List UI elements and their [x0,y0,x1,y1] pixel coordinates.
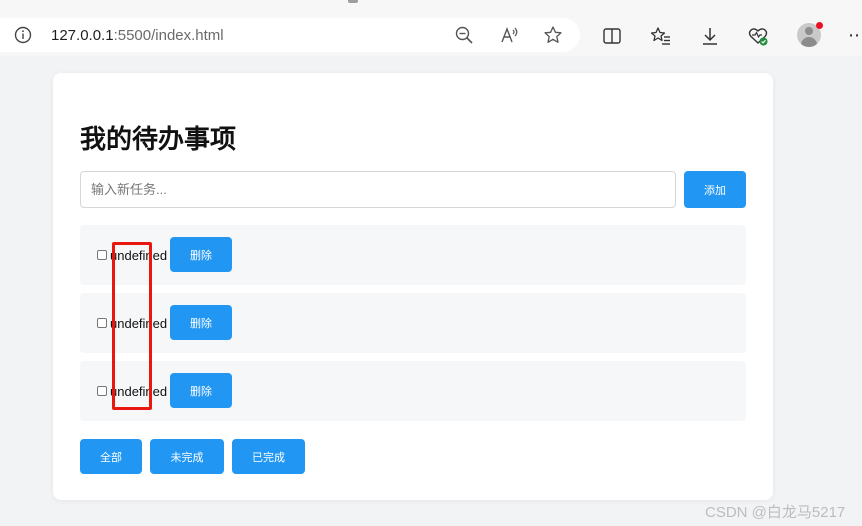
avatar-head [805,27,813,35]
filter-completed-button[interactable]: 已完成 [232,439,305,474]
todo-item: undefined 删除 [80,293,746,353]
url-host: 127.0.0.1 [51,27,114,44]
info-icon[interactable] [14,26,32,44]
watermark: CSDN @白龙马5217 [705,504,846,521]
avatar-body [801,37,817,47]
more-icon[interactable]: ⋯ [848,25,862,46]
todo-checkbox[interactable] [97,318,107,328]
notification-dot [816,22,823,29]
split-screen-icon[interactable] [601,25,623,47]
delete-button[interactable]: 删除 [170,373,232,408]
zoom-out-icon[interactable] [454,25,474,45]
browser-toolbar: 127.0.0.1:5500/index.html ⋯ [0,18,862,56]
todo-checkbox[interactable] [97,386,107,396]
url-path: :5500/index.html [113,27,224,44]
window-handle-mark [348,0,358,3]
favorite-star-icon[interactable] [543,25,563,45]
todo-item: undefined 删除 [80,361,746,421]
favorites-list-icon[interactable] [650,25,672,47]
new-task-input[interactable] [80,171,676,208]
delete-button[interactable]: 删除 [170,237,232,272]
browser-top-strip [0,0,862,18]
todo-checkbox[interactable] [97,250,107,260]
address-bar[interactable]: 127.0.0.1:5500/index.html [0,18,580,52]
todo-app-card: 我的待办事项 添加 undefined 删除 undefined 删除 unde… [53,73,773,500]
page-title: 我的待办事项 [80,124,237,154]
filter-all-button[interactable]: 全部 [80,439,142,474]
add-task-button[interactable]: 添加 [684,171,746,208]
browser-essentials-icon[interactable] [747,25,769,47]
annotation-highlight-box [112,242,152,410]
read-aloud-icon[interactable] [499,25,519,45]
delete-button[interactable]: 删除 [170,305,232,340]
filter-active-button[interactable]: 未完成 [150,439,224,474]
url-text[interactable]: 127.0.0.1:5500/index.html [51,27,224,44]
todo-item: undefined 删除 [80,225,746,285]
download-icon[interactable] [699,25,721,47]
